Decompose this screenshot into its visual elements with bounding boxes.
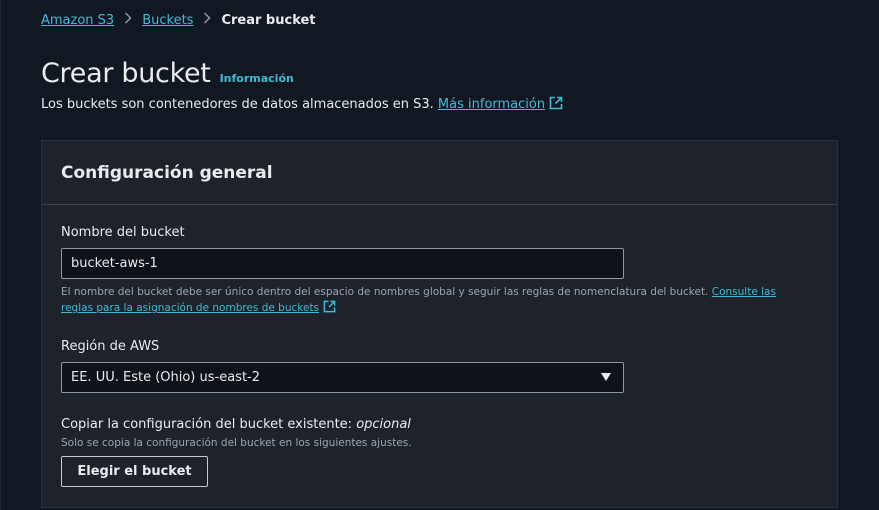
region-label: Región de AWS <box>61 339 160 354</box>
breadcrumb-link-buckets[interactable]: Buckets <box>142 13 193 28</box>
left-edge-divider <box>0 0 1 510</box>
breadcrumb-link-amazon-s3[interactable]: Amazon S3 <box>41 13 114 28</box>
external-link-icon <box>549 96 563 114</box>
page-description: Los buckets son contenedores de datos al… <box>41 96 563 114</box>
page-title: Crear bucket <box>41 58 211 89</box>
bucket-name-help-text: El nombre del bucket debe ser único dent… <box>61 286 709 298</box>
breadcrumb-current: Crear bucket <box>221 12 316 28</box>
caret-down-icon <box>601 373 611 381</box>
more-info-link[interactable]: Más información <box>437 96 563 114</box>
general-configuration-panel: Configuración general Nombre del bucket … <box>41 140 838 508</box>
copy-settings-label: Copiar la configuración del bucket exist… <box>61 417 411 432</box>
more-info-link-label: Más información <box>437 97 546 112</box>
optional-tag: opcional <box>356 417 411 432</box>
description-text: Los buckets son contenedores de datos al… <box>41 97 434 112</box>
region-selected-value: EE. UU. Este (Ohio) us-east-2 <box>71 370 261 385</box>
bucket-name-help: El nombre del bucket debe ser único dent… <box>61 285 806 318</box>
bucket-name-label: Nombre del bucket <box>61 225 185 240</box>
copy-settings-help: Solo se copia la configuración del bucke… <box>61 437 412 449</box>
info-link[interactable]: Información <box>220 72 294 85</box>
chevron-right-icon <box>124 12 132 28</box>
page-header: Crear bucket Información <box>41 58 294 89</box>
bucket-name-input[interactable]: bucket-aws-1 <box>61 248 624 279</box>
panel-header: Configuración general <box>42 141 837 205</box>
panel-title: Configuración general <box>61 162 273 183</box>
choose-bucket-button[interactable]: Elegir el bucket <box>61 456 208 487</box>
breadcrumb: Amazon S3 Buckets Crear bucket <box>41 12 316 28</box>
copy-settings-label-text: Copiar la configuración del bucket exist… <box>61 417 353 432</box>
external-link-icon <box>323 300 336 318</box>
page: Amazon S3 Buckets Crear bucket Crear buc… <box>0 0 879 510</box>
region-select[interactable]: EE. UU. Este (Ohio) us-east-2 <box>61 362 624 393</box>
chevron-right-icon <box>203 12 212 28</box>
